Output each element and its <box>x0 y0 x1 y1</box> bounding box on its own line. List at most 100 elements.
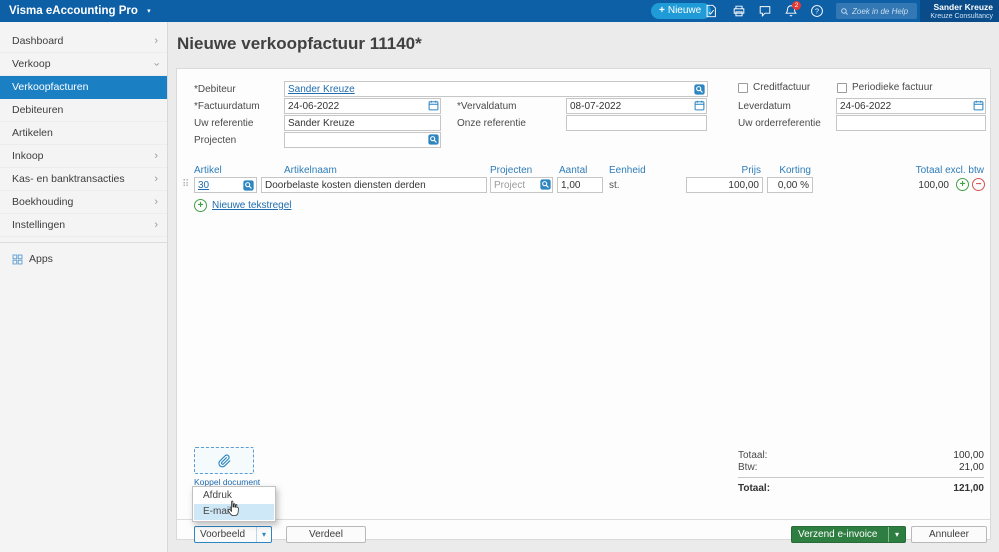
prijs-input[interactable] <box>686 177 763 193</box>
sidebar-item-inkoop[interactable]: Inkoop <box>0 145 167 168</box>
remove-row-icon[interactable] <box>972 178 985 191</box>
attach-dropzone[interactable] <box>194 447 254 474</box>
nieuwe-button-label: Nieuwe <box>668 4 701 18</box>
sidebar-item-dashboard[interactable]: Dashboard <box>0 30 167 53</box>
calendar-icon[interactable] <box>973 100 984 111</box>
onze-referentie-input[interactable] <box>566 115 707 131</box>
sidebar-item-label: Artikelen <box>12 127 53 139</box>
app-title: Visma eAccounting Pro <box>9 5 138 17</box>
column-header-artikel: Artikel <box>194 165 222 176</box>
help-icon[interactable]: ? <box>805 0 829 22</box>
add-row-icon[interactable] <box>956 178 969 191</box>
sidebar-item-debiteuren[interactable]: Debiteuren <box>0 99 167 122</box>
subtotal-value: 100,00 <box>953 450 984 461</box>
vervaldatum-input[interactable] <box>566 98 707 114</box>
artikel-link[interactable]: 30 <box>198 180 209 191</box>
sidebar-item-label: Inkoop <box>12 150 44 162</box>
printer-icon[interactable] <box>727 0 751 22</box>
voorbeeld-button[interactable]: Voorbeeld <box>194 526 272 543</box>
vervaldatum-field <box>566 98 707 114</box>
projecten-row-field <box>490 177 553 193</box>
lookup-icon[interactable] <box>243 180 254 191</box>
projecten-label: Projecten <box>194 135 236 146</box>
korting-input[interactable] <box>767 177 813 193</box>
nieuwe-tekstregel-label: Nieuwe tekstregel <box>212 200 291 211</box>
projecten-input[interactable] <box>284 132 441 148</box>
subtotal-label: Totaal: <box>738 450 767 461</box>
attach-menu: Afdruk E-mail <box>192 486 276 522</box>
sidebar-item-label: Instellingen <box>12 219 65 231</box>
verdeel-button[interactable]: Verdeel <box>286 526 366 543</box>
app-switcher[interactable]: Visma eAccounting Pro <box>9 0 151 22</box>
chevron-right-icon <box>154 168 158 191</box>
total-label: Totaal: <box>738 483 770 494</box>
sidebar-item-apps[interactable]: Apps <box>0 248 167 271</box>
creditfactuur-checkbox[interactable]: Creditfactuur <box>738 82 810 93</box>
page-title: Nieuwe verkoopfactuur 11140* <box>177 34 422 54</box>
uw-referentie-input[interactable] <box>284 115 441 131</box>
debiteur-link[interactable]: Sander Kreuze <box>288 84 355 95</box>
btw-label: Btw: <box>738 462 757 473</box>
sidebar-item-label: Apps <box>29 248 53 271</box>
search-icon <box>840 7 849 16</box>
eenheid-value: st. <box>609 180 620 191</box>
nieuwe-tekstregel-link[interactable]: Nieuwe tekstregel <box>194 199 291 212</box>
sidebar-item-instellingen[interactable]: Instellingen <box>0 214 167 237</box>
plus-icon <box>659 4 665 18</box>
factuurdatum-input[interactable] <box>284 98 441 114</box>
aantal-input[interactable] <box>557 177 603 193</box>
sidebar-item-kas-en-banktransacties[interactable]: Kas- en banktransacties <box>0 168 167 191</box>
total-value: 121,00 <box>953 483 984 494</box>
document-check-icon[interactable] <box>699 0 723 22</box>
sidebar-item-verkoopfacturen[interactable]: Verkoopfacturen <box>0 76 167 99</box>
sidebar-item-verkoop[interactable]: Verkoop <box>0 53 167 76</box>
verzend-e-invoice-button[interactable]: Verzend e-invoice <box>791 526 906 543</box>
checkbox-icon[interactable] <box>837 83 847 93</box>
debiteur-label: *Debiteur <box>194 84 236 95</box>
chevron-down-icon <box>145 62 168 66</box>
sidebar-item-label: Kas- en banktransacties <box>12 173 125 185</box>
uw-orderreferentie-input[interactable] <box>836 115 986 131</box>
leverdatum-field <box>836 98 986 114</box>
annuleer-button[interactable]: Annuleer <box>911 526 987 543</box>
sidebar-item-boekhouding[interactable]: Boekhouding <box>0 191 167 214</box>
notifications-bell-icon[interactable]: 2 <box>779 0 803 22</box>
checkbox-icon[interactable] <box>738 83 748 93</box>
help-search-input[interactable] <box>852 7 913 16</box>
drag-handle-icon[interactable]: ⠿ <box>182 179 189 190</box>
periodieke-factuur-checkbox[interactable]: Periodieke factuur <box>837 82 933 93</box>
row-total-value: 100,00 <box>918 180 949 191</box>
notification-badge: 2 <box>792 1 801 10</box>
lookup-icon[interactable] <box>694 84 705 95</box>
column-header-prijs: Prijs <box>742 165 761 176</box>
app-window: Visma eAccounting Pro Nieuwe 2 ? Sander <box>0 0 999 552</box>
column-header-aantal: Aantal <box>559 165 587 176</box>
btw-value: 21,00 <box>959 462 984 473</box>
leverdatum-input[interactable] <box>836 98 986 114</box>
column-header-projecten: Projecten <box>490 165 532 176</box>
periodieke-factuur-label: Periodieke factuur <box>852 82 933 93</box>
user-company: Kreuze Consultancy <box>920 12 993 21</box>
chat-icon[interactable] <box>753 0 777 22</box>
lookup-icon[interactable] <box>540 179 551 190</box>
sidebar-item-artikelen[interactable]: Artikelen <box>0 122 167 145</box>
menu-item-email[interactable]: E-mail <box>194 504 274 520</box>
factuurdatum-field <box>284 98 441 114</box>
chevron-right-icon <box>154 145 158 168</box>
chevron-down-icon[interactable] <box>888 527 899 542</box>
topbar: Visma eAccounting Pro Nieuwe 2 ? Sander <box>0 0 999 22</box>
calendar-icon[interactable] <box>694 100 705 111</box>
paperclip-icon <box>217 453 232 468</box>
chevron-down-icon[interactable] <box>256 527 266 542</box>
uw-orderreferentie-label: Uw orderreferentie <box>738 118 821 129</box>
sidebar-item-label: Debiteuren <box>12 104 63 116</box>
apps-icon <box>12 254 23 265</box>
sidebar-item-label: Boekhouding <box>12 196 73 208</box>
annuleer-button-label: Annuleer <box>929 529 969 540</box>
user-menu[interactable]: Sander Kreuze Kreuze Consultancy <box>920 0 999 22</box>
lookup-icon[interactable] <box>428 134 439 145</box>
menu-item-afdruk[interactable]: Afdruk <box>194 488 274 504</box>
artikelnaam-input[interactable] <box>261 177 487 193</box>
calendar-icon[interactable] <box>428 100 439 111</box>
verdeel-button-label: Verdeel <box>309 529 343 540</box>
